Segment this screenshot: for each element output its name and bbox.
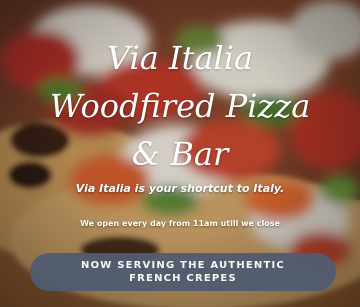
opening-hours: We open every day from 11am utill we clo…: [80, 219, 280, 228]
title-line-3: & Bar: [131, 135, 229, 173]
page-title: Via Italia Woodfired Pizza & Bar: [0, 34, 360, 178]
hero-banner: Via Italia Woodfired Pizza & Bar Via Ita…: [0, 0, 360, 307]
crepes-cta-button[interactable]: NOW SERVING THE AUTHENTIC FRENCH CREPES: [30, 253, 336, 291]
tagline: Via Italia is your shortcut to Italy.: [75, 182, 285, 195]
title-line-2: Woodfired Pizza: [49, 87, 311, 125]
title-line-1: Via Italia: [106, 39, 254, 77]
